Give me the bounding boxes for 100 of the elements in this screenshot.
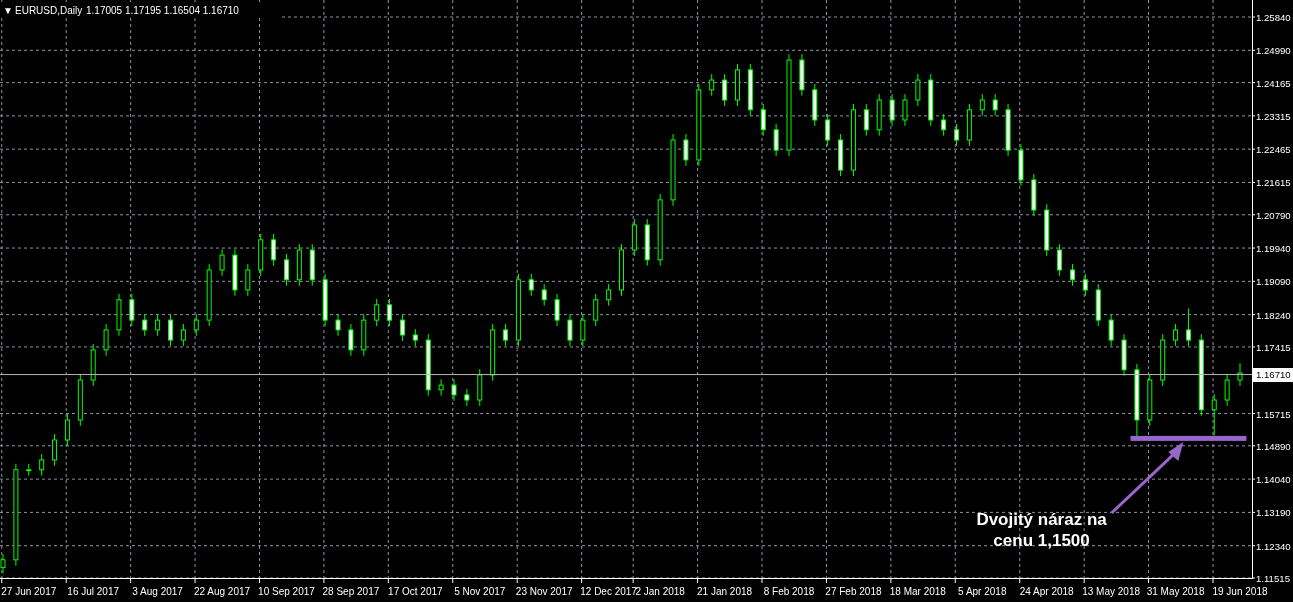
- date-axis-label: 2 Jan 2018: [635, 586, 685, 597]
- candle: [631, 218, 637, 257]
- candle: [1070, 263, 1075, 287]
- candle: [387, 298, 393, 327]
- price-axis-label: 1.24165: [1256, 77, 1291, 89]
- candle: [876, 93, 882, 137]
- candle: [90, 343, 96, 387]
- candle: [219, 248, 225, 277]
- candle: [1031, 173, 1037, 217]
- candle: [399, 313, 405, 342]
- price-axis-label: 1.11515: [1256, 573, 1290, 584]
- date-axis-label: 24 Apr 2018: [1019, 586, 1074, 597]
- candle: [644, 218, 650, 267]
- candle: [747, 63, 753, 117]
- candle: [296, 243, 302, 287]
- candle: [619, 243, 624, 297]
- price-axis-label: 1.19090: [1256, 276, 1291, 288]
- price-axis-label: 1.17415: [1256, 341, 1291, 353]
- candle: [1237, 362, 1243, 387]
- candle: [915, 73, 921, 107]
- price-axis-label: 1.20790: [1256, 209, 1291, 221]
- candle: [129, 293, 135, 327]
- candle: [838, 133, 844, 177]
- price-axis-label: 1.22465: [1256, 144, 1291, 156]
- candle: [271, 233, 277, 267]
- candle: [1082, 273, 1088, 297]
- date-axis-label: 5 Apr 2018: [958, 586, 1007, 597]
- candle: [77, 373, 83, 427]
- candle: [64, 413, 70, 447]
- date-axis-label: 16 Jul 2017: [67, 586, 120, 597]
- date-axis-label: 12 Dec 2017: [580, 586, 637, 597]
- candle: [928, 73, 934, 127]
- price-axis-label: 1.25840: [1256, 12, 1291, 23]
- candle: [722, 73, 728, 107]
- price-axis-label: 1.24990: [1256, 45, 1291, 57]
- candle: [1185, 307, 1191, 347]
- date-axis-label: 5 Nov 2017: [454, 586, 506, 597]
- candle: [52, 433, 58, 467]
- date-axis-label: 19 Jun 2018: [1212, 586, 1268, 597]
- price-axis-label: 1.14890: [1256, 440, 1291, 452]
- candle: [1018, 143, 1024, 187]
- candle: [232, 248, 238, 297]
- date-axis-label: 22 Aug 2017: [193, 586, 251, 597]
- candle: [528, 273, 534, 297]
- date-axis-label: 10 Sep 2017: [258, 586, 315, 597]
- candle: [1005, 103, 1011, 157]
- date-axis-label: 18 Mar 2018: [889, 586, 946, 597]
- candle: [103, 323, 109, 357]
- candle: [322, 273, 328, 327]
- chart-title: EURUSD,Daily: [15, 5, 83, 16]
- candle: [39, 453, 45, 477]
- candle: [464, 388, 470, 407]
- candle: [206, 263, 212, 327]
- price-axis-label: 1.14040: [1256, 474, 1291, 486]
- candle: [374, 298, 380, 327]
- candle: [773, 123, 779, 157]
- price-axis-label: 1.15715: [1256, 408, 1291, 420]
- candle: [902, 93, 908, 127]
- candle: [1160, 333, 1166, 387]
- candle: [1173, 323, 1179, 347]
- candle: [180, 323, 186, 347]
- candle: [116, 293, 122, 337]
- price-axis-label: 1.18240: [1256, 309, 1291, 321]
- candle: [335, 313, 341, 337]
- candle: [1057, 243, 1063, 277]
- candle: [1121, 333, 1127, 377]
- candle: [1224, 373, 1230, 407]
- candle: [966, 103, 972, 147]
- candle: [825, 113, 831, 147]
- price-axis-label: 1.19940: [1256, 243, 1291, 255]
- menu-arrow-icon[interactable]: ▼: [3, 5, 13, 16]
- date-axis-label: 3 Aug 2017: [132, 586, 183, 597]
- candle: [992, 93, 998, 117]
- price-tag: 1.16710: [1253, 367, 1293, 382]
- candle: [477, 368, 483, 407]
- date-axis-label: 28 Sep 2017: [322, 586, 380, 597]
- annotation-text: Dvojitý náraz na cenu 1,1500: [976, 509, 1107, 551]
- candle: [709, 73, 715, 97]
- price-axis-label: 1.12340: [1256, 540, 1291, 552]
- candle: [438, 378, 444, 397]
- candle: [348, 323, 354, 357]
- date-axis-label: 31 May 2018: [1146, 586, 1205, 597]
- candle: [361, 313, 367, 357]
- candle: [284, 253, 289, 287]
- candle: [979, 93, 985, 117]
- candle: [503, 323, 509, 347]
- candle: [889, 93, 895, 127]
- candle: [193, 313, 199, 337]
- candle: [954, 123, 959, 147]
- candle: [258, 233, 264, 277]
- candle: [1095, 283, 1101, 327]
- candle: [941, 113, 947, 137]
- candle: [309, 243, 315, 287]
- price-axis-label: 1.13190: [1256, 507, 1291, 519]
- candle: [451, 378, 457, 402]
- candle: [863, 103, 869, 137]
- candle: [168, 313, 173, 347]
- candle: [1211, 393, 1217, 437]
- candle: [760, 103, 766, 137]
- candle: [593, 293, 599, 327]
